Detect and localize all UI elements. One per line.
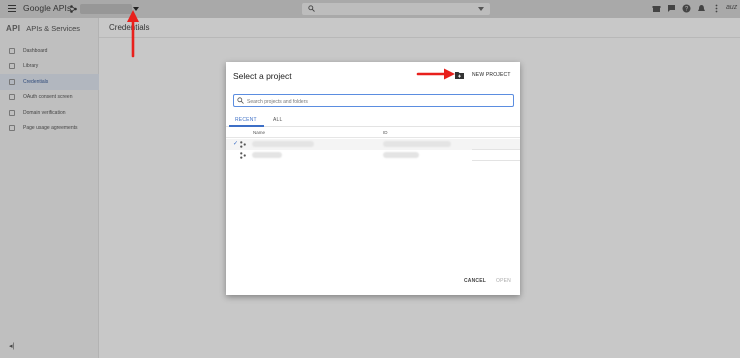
sidebar-item-dashboard[interactable]: Dashboard xyxy=(0,43,99,59)
project-icon xyxy=(70,5,77,13)
new-project-button[interactable]: NEW PROJECT xyxy=(472,72,511,78)
dialog-title: Select a project xyxy=(233,71,292,81)
sidebar-item-label: Credentials xyxy=(23,78,49,85)
sidebar-nav: Dashboard Library Credentials OAuth cons… xyxy=(0,43,99,136)
domain-check-icon xyxy=(9,109,15,116)
top-app-bar: Google APIs ? auz xyxy=(0,0,740,18)
tab-all[interactable]: ALL xyxy=(273,117,283,123)
top-search-bar[interactable] xyxy=(302,3,490,15)
redacted-project-name xyxy=(252,141,314,147)
search-placeholder: Search projects and folders xyxy=(247,98,308,105)
tab-recent[interactable]: RECENT xyxy=(235,117,257,123)
sidebar-item-label: Page usage agreements xyxy=(23,125,78,132)
consent-icon xyxy=(9,94,15,101)
chat-icon[interactable] xyxy=(667,4,676,13)
project-selector[interactable] xyxy=(80,4,132,14)
api-logo: API xyxy=(6,24,21,33)
cancel-button[interactable]: CANCEL xyxy=(464,278,486,284)
redacted-project-id xyxy=(383,141,451,147)
collapse-sidebar-icon[interactable]: ◂| xyxy=(9,342,14,350)
check-icon: ✓ xyxy=(233,141,239,147)
divider xyxy=(226,137,520,138)
menu-icon[interactable] xyxy=(8,5,16,12)
search-icon xyxy=(308,5,315,12)
sidebar: API APIs & Services Dashboard Library Cr… xyxy=(0,18,99,358)
sidebar-item-page-usage[interactable]: Page usage agreements xyxy=(0,121,99,137)
select-project-dialog: Select a project NEW PROJECT Search proj… xyxy=(226,62,520,295)
sidebar-item-label: Library xyxy=(23,63,39,70)
settings-list-icon xyxy=(9,125,15,132)
active-tab-indicator xyxy=(229,125,264,127)
key-icon xyxy=(9,78,15,85)
notifications-icon[interactable] xyxy=(697,4,706,13)
sidebar-item-credentials[interactable]: Credentials xyxy=(0,74,99,90)
divider xyxy=(99,37,740,38)
sidebar-item-label: Dashboard xyxy=(23,47,48,54)
new-folder-icon[interactable] xyxy=(455,71,464,79)
project-icon xyxy=(240,141,246,148)
sidebar-item-label: OAuth consent screen xyxy=(23,94,73,101)
divider xyxy=(472,160,520,161)
sidebar-item-oauth-consent[interactable]: OAuth consent screen xyxy=(0,90,99,106)
redacted-project-id xyxy=(383,152,419,158)
more-vert-icon[interactable] xyxy=(712,4,721,13)
gift-icon[interactable] xyxy=(652,4,661,13)
column-header-name: Name xyxy=(253,130,266,135)
redacted-project-name xyxy=(252,152,282,158)
brand-logo[interactable]: Google APIs xyxy=(23,3,71,13)
account-avatar[interactable]: auz xyxy=(726,4,737,11)
open-button[interactable]: OPEN xyxy=(496,278,511,284)
search-icon xyxy=(237,97,244,104)
search-dropdown-caret-icon[interactable] xyxy=(478,7,484,11)
project-search-input[interactable]: Search projects and folders xyxy=(233,94,514,107)
help-icon[interactable]: ? xyxy=(682,4,691,13)
column-header-id: ID xyxy=(383,130,388,135)
sidebar-item-library[interactable]: Library xyxy=(0,59,99,75)
sidebar-header: API APIs & Services xyxy=(6,24,80,33)
library-icon xyxy=(9,63,15,70)
dialog-tabs: RECENT ALL xyxy=(226,114,520,127)
dashboard-icon xyxy=(9,47,15,54)
sidebar-title: APIs & Services xyxy=(26,24,81,33)
annotation-arrow-right-icon xyxy=(416,68,455,80)
sidebar-item-domain-verification[interactable]: Domain verification xyxy=(0,105,99,121)
sidebar-item-label: Domain verification xyxy=(23,109,66,116)
annotation-arrow-up-icon xyxy=(127,10,139,58)
project-icon xyxy=(240,152,246,159)
